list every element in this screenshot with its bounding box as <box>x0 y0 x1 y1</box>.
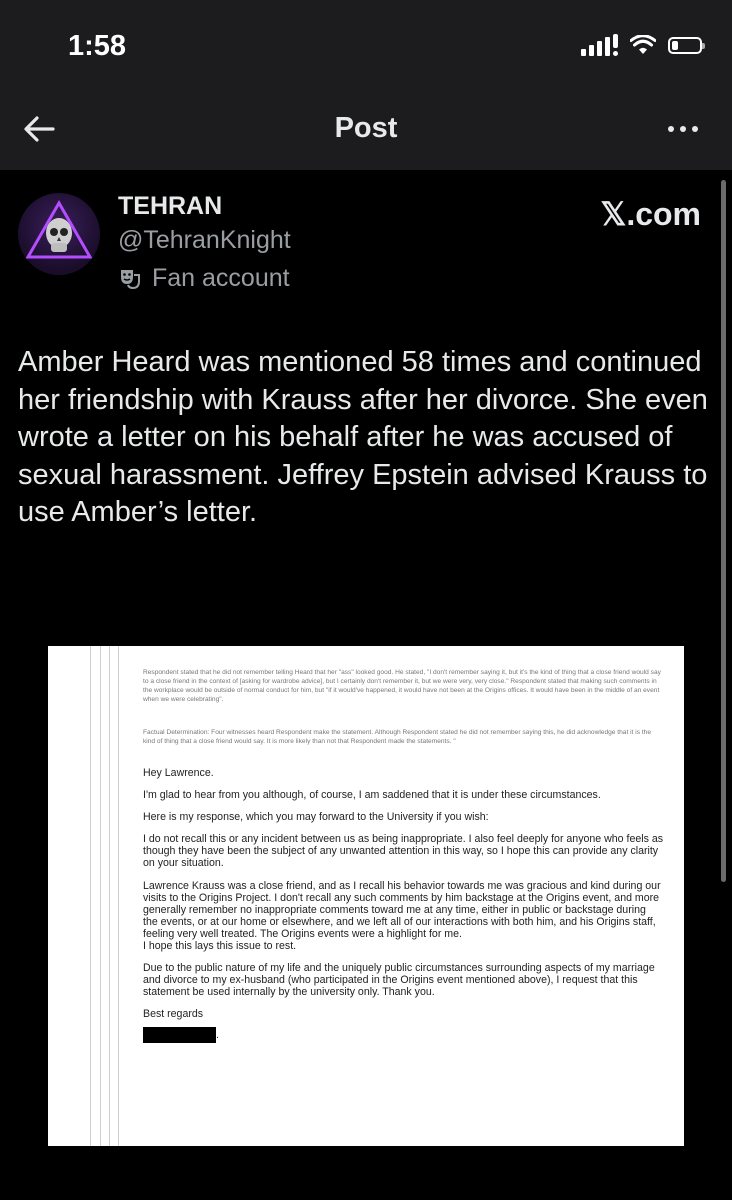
wifi-icon <box>630 35 656 54</box>
status-time: 1:58 <box>68 30 127 62</box>
fan-account-text: Fan account <box>152 264 290 292</box>
letter-paragraph: I'm glad to hear from you although, of c… <box>143 789 601 802</box>
cellular-signal-icon <box>581 34 618 56</box>
letter-paragraph: I hope this lays this issue to rest. <box>143 940 297 953</box>
author-name[interactable]: TEHRAN <box>118 192 222 221</box>
skull-triangle-icon <box>25 199 93 259</box>
letter-closing: Best regards <box>143 1008 204 1021</box>
nav-bar: Post <box>0 90 732 170</box>
x-com-logo: 𝕏.com <box>600 196 701 232</box>
fan-account-label: Fan account <box>118 264 290 293</box>
letter-paragraph: Lawrence Krauss was a close friend, and … <box>143 879 661 940</box>
letter-body: Hey Lawrence. I'm glad to hear from you … <box>143 767 663 1043</box>
status-bar: 1:58 <box>0 0 732 90</box>
letter-paragraph: I do not recall this or any incident bet… <box>143 833 664 870</box>
doc-factual-note: Factual Determination: Four witnesses he… <box>143 729 652 745</box>
scrollbar[interactable] <box>721 180 726 882</box>
letter-paragraph: Due to the public nature of my life and … <box>143 962 655 999</box>
doc-header-note: Respondent stated that he did not rememb… <box>143 669 661 703</box>
signature-period: . <box>216 1028 219 1041</box>
page-title: Post <box>334 112 398 144</box>
attached-document-image[interactable]: Respondent stated that he did not rememb… <box>48 646 684 1146</box>
avatar[interactable] <box>18 193 100 275</box>
status-icons <box>581 34 705 56</box>
letter-paragraph: Here is my response, which you may forwa… <box>143 811 489 824</box>
battery-icon <box>668 36 705 54</box>
letter-greeting: Hey Lawrence. <box>143 767 214 779</box>
tweet-text: Amber Heard was mentioned 58 times and c… <box>18 346 708 528</box>
theater-masks-icon <box>121 269 140 289</box>
redacted-signature <box>143 1026 216 1043</box>
more-options-icon[interactable] <box>668 126 698 132</box>
author-handle[interactable]: @TehranKnight <box>118 226 291 255</box>
